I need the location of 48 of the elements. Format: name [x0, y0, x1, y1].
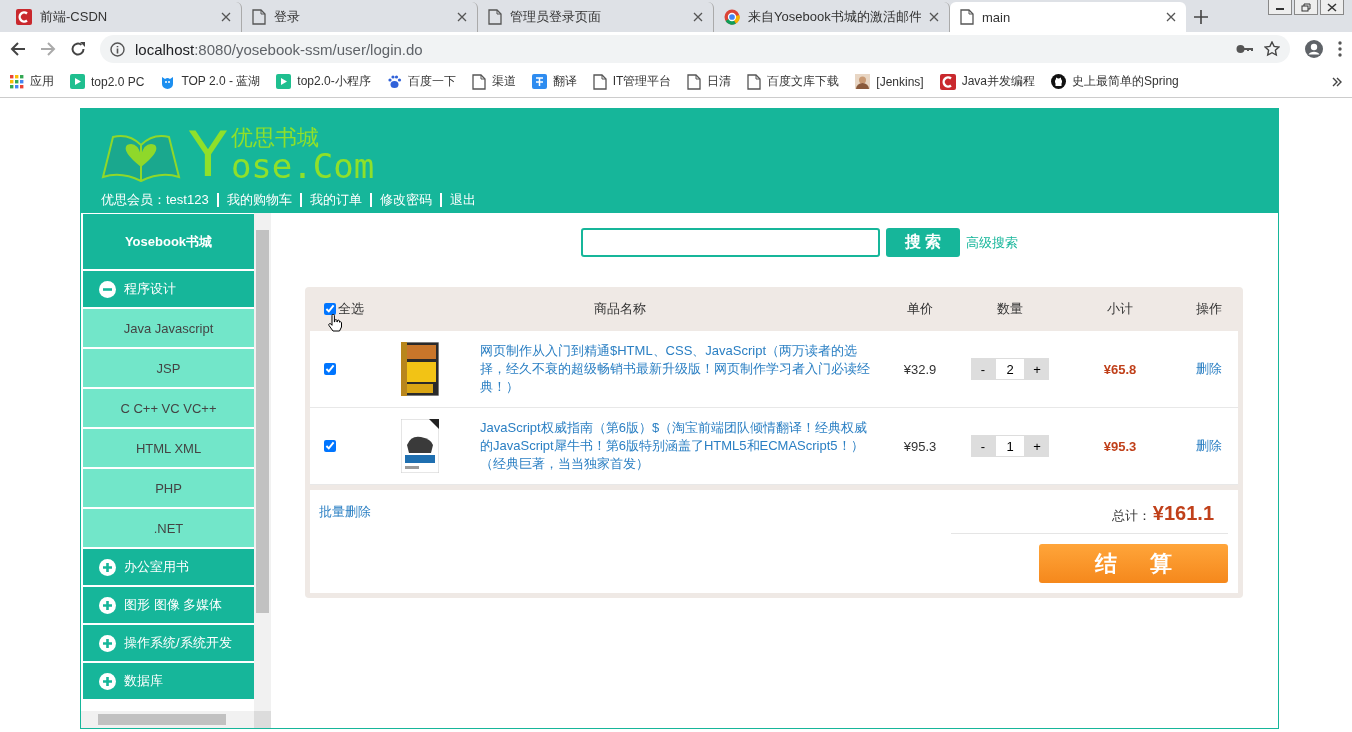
- bookmark[interactable]: 渠道: [471, 73, 516, 90]
- sidebar-title: Yosebook书城: [83, 214, 254, 269]
- column-header: 小计: [1106, 300, 1134, 318]
- column-header: 数量: [996, 300, 1024, 318]
- subcategory-item[interactable]: JSP: [83, 349, 254, 387]
- delete-link[interactable]: 删除: [1180, 360, 1238, 378]
- quantity-field[interactable]: 2: [995, 358, 1025, 380]
- bookmark[interactable]: [Jenkins]: [855, 74, 924, 89]
- browser-tab[interactable]: main: [950, 2, 1186, 32]
- subcategory-item[interactable]: Java Javascript: [83, 309, 254, 347]
- decrement-button[interactable]: -: [971, 358, 995, 380]
- bookmark[interactable]: 日清: [687, 73, 732, 90]
- column-header: 操作: [1195, 300, 1223, 318]
- bookmark[interactable]: 百度一下: [386, 73, 456, 90]
- unit-price: ¥95.3: [902, 438, 938, 454]
- book-title-link[interactable]: JavaScript权威指南（第6版）$（淘宝前端团队倾情翻译！经典权威的JavaScript犀牛书！第6版特别涵盖了HTML5和ECMAScript5！）（经典巨著，当当独家首发）: [480, 419, 880, 473]
- subcategory-item[interactable]: .NET: [83, 509, 254, 547]
- bookmark[interactable]: top2.0 PC: [70, 74, 145, 89]
- logo-title: 优思书城: [230, 127, 320, 149]
- select-all-label: 全选: [338, 300, 364, 318]
- total-label: 总计：: [1111, 507, 1151, 525]
- column-header: 商品名称: [593, 300, 647, 318]
- bookmark[interactable]: top2.0-小程序: [276, 73, 371, 90]
- bookmark[interactable]: 应用: [10, 73, 54, 90]
- decrement-button[interactable]: -: [971, 435, 995, 457]
- quantity-field[interactable]: 1: [995, 435, 1025, 457]
- subtotal: ¥65.8: [1102, 361, 1138, 377]
- bookmark[interactable]: Java并发编程: [939, 73, 1036, 90]
- bookmark[interactable]: 百度文库下载: [747, 73, 840, 90]
- bookmark[interactable]: IT管理平台: [592, 73, 672, 90]
- increment-button[interactable]: +: [1025, 435, 1049, 457]
- logo-wordmark: ose.Com: [230, 149, 375, 183]
- address-field[interactable]: localhost:8080/yosebook-ssm/user/login.do: [100, 35, 1290, 63]
- unit-price: ¥32.9: [902, 361, 938, 377]
- subcategory-item[interactable]: C C++ VC VC++: [83, 389, 254, 427]
- logo-mark: Y: [189, 127, 227, 183]
- batch-delete-link[interactable]: 批量删除: [319, 504, 371, 519]
- delete-link[interactable]: 删除: [1180, 437, 1238, 455]
- total-amount: ¥161.1: [1152, 502, 1214, 525]
- book-title-link[interactable]: 网页制作从入门到精通$HTML、CSS、JavaScript（两万读者的选择，经久不衰的超级畅销书最新升级版！网页制作学习者入门必读经典！）: [480, 342, 880, 396]
- bookmark[interactable]: 翻译: [531, 73, 577, 90]
- subcategory-item[interactable]: PHP: [83, 469, 254, 507]
- bookmark[interactable]: 史上最简单的Spring: [1051, 73, 1179, 90]
- subcategory-item[interactable]: HTML XML: [83, 429, 254, 467]
- increment-button[interactable]: +: [1025, 358, 1049, 380]
- column-header: 单价: [906, 300, 934, 318]
- subtotal: ¥95.3: [1102, 438, 1138, 454]
- bookmark[interactable]: TOP 2.0 - 蓝湖: [160, 73, 261, 90]
